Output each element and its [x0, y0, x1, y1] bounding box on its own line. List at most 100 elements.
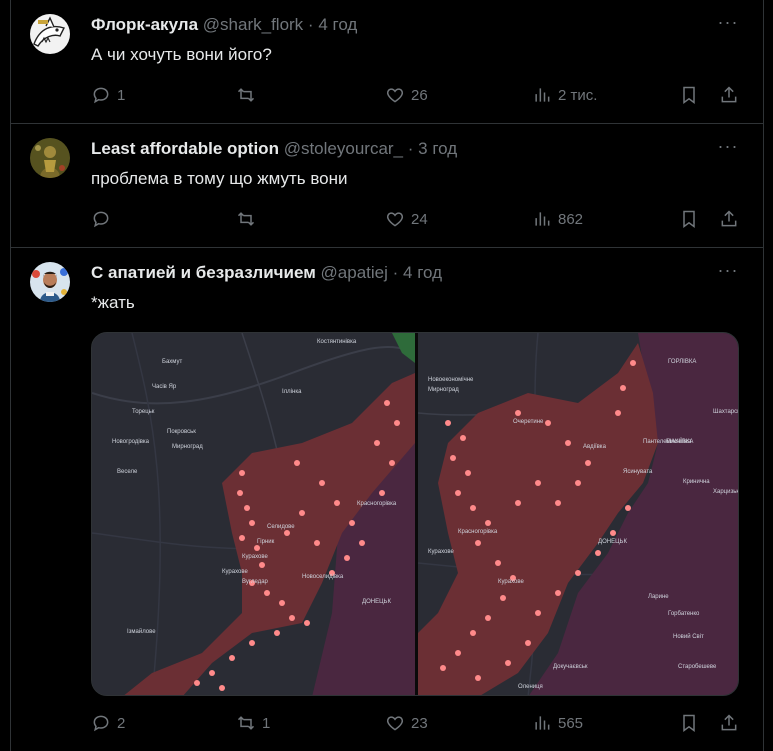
map-right-city-label: Новоекономічне [428, 377, 474, 383]
bookmark-button[interactable] [679, 712, 699, 734]
reply-button[interactable]: 2 [91, 712, 125, 734]
tweet-2[interactable]: Least affordable option @stoleyourcar_ ·… [11, 124, 763, 248]
map-right-city-label: Курахове [428, 549, 454, 555]
map-right-city-label: Ясинувата [623, 469, 653, 475]
map-left-city-label: Вугледар [242, 579, 269, 585]
separator-dot: · [392, 263, 399, 282]
user-handle[interactable]: @apatiej [321, 263, 388, 282]
user-handle[interactable]: @stoleyourcar_ [284, 139, 403, 158]
map-left-city-label: Бахмут [162, 359, 182, 365]
map-left-city-label: Новогродівка [112, 439, 150, 445]
tweet-text: проблема в тому що жмуть вони [91, 169, 348, 188]
separator-dot: · [407, 139, 414, 158]
like-button[interactable]: 23 [385, 712, 428, 734]
timestamp[interactable]: 3 год [418, 139, 457, 158]
map-left-city-label: Іллінка [282, 389, 302, 395]
tweet-3[interactable]: С апатией и безразличием @apatiej · 4 го… [11, 248, 763, 751]
share-button[interactable] [719, 84, 739, 106]
action-bar: 2 1 23 565 [91, 712, 751, 734]
timestamp[interactable]: 4 год [318, 15, 357, 34]
bookmark-icon [683, 86, 695, 104]
reply-count: 1 [117, 86, 126, 104]
front-map-left[interactable]: Бахмут Часів Яр Торецьк Покровськ Мирноград К… [92, 333, 415, 696]
avatar[interactable] [30, 138, 70, 178]
front-map-right[interactable]: ГОРЛІВКАМАКІЇВКАДОНЕЦЬКНовоекономічнеМир… [418, 333, 739, 696]
views-icon [535, 88, 550, 102]
display-name[interactable]: С апатией и безразличием [91, 263, 316, 282]
map-right-city-label: ГОРЛІВКА [668, 359, 696, 365]
like-icon [386, 88, 404, 103]
display-name[interactable]: Флорк-акула [91, 15, 198, 34]
comment-icon [93, 211, 109, 228]
views-icon [535, 212, 550, 226]
map-right-city-label: Докучаєвськ [553, 664, 588, 670]
map-right-city-label: Пантелеймонівка [643, 438, 692, 445]
map-right-city-label: Кураховe [498, 579, 525, 585]
map-left-city-label: Гірник [257, 539, 275, 545]
user-handle[interactable]: @shark_flork [203, 15, 303, 34]
map-left-city-label: Покровськ [167, 429, 196, 435]
display-name[interactable]: Least affordable option [91, 139, 279, 158]
map-right-city-label: Ларине [648, 594, 669, 600]
bookmark-icon [683, 210, 695, 228]
retweet-button[interactable] [236, 208, 262, 230]
map-right-city-label: Новий Світ [673, 633, 704, 640]
like-icon [386, 212, 404, 227]
tweet-text: А чи хочуть вони його? [91, 45, 272, 64]
map-right-city-label: Красногорівка [458, 529, 498, 535]
map-left-city-label: Кураховe [222, 569, 249, 575]
reply-button[interactable]: 1 [91, 84, 125, 106]
map-right-city-label: Олениця [518, 684, 543, 690]
views-icon [535, 716, 550, 730]
reply-button[interactable] [91, 208, 117, 230]
like-count: 24 [411, 210, 428, 228]
views-button[interactable]: 565 [532, 712, 583, 734]
shark-avatar-image [30, 14, 70, 54]
views-button[interactable]: 2 тис. [532, 84, 597, 106]
more-icon[interactable]: ··· [717, 137, 739, 160]
map-left-city-label: Курахове [242, 554, 268, 560]
comment-icon [93, 715, 109, 732]
like-count: 23 [411, 714, 428, 732]
map-left-city-label: Ізмайлове [127, 628, 156, 635]
share-icon [721, 210, 737, 227]
avatar[interactable] [30, 14, 70, 54]
map-left-city-label: Торецьк [132, 409, 155, 415]
like-button[interactable]: 26 [385, 84, 428, 106]
share-button[interactable] [719, 712, 739, 734]
retweet-count: 1 [262, 714, 271, 732]
map-left-city-label: Костянтинівка [317, 339, 357, 345]
more-icon[interactable]: ··· [717, 13, 739, 36]
tweet-header: Least affordable option @stoleyourcar_ ·… [91, 138, 457, 160]
map-right-city-label: Старобешеве [678, 664, 717, 670]
map-left-city-label: Часів Яр [152, 384, 177, 390]
map-right-city-label: Горбатенко [668, 611, 700, 617]
bearded-man-avatar-image [30, 262, 70, 302]
view-count: 2 тис. [558, 86, 598, 104]
map-left-city-label: ДОНЕЦЬК [362, 599, 391, 605]
map-left-city-label: Мирноград [172, 444, 203, 450]
retweet-button[interactable] [236, 84, 262, 106]
map-left-city-label: Новоселидівка [302, 574, 344, 580]
like-count: 26 [411, 86, 428, 104]
map-left-city-label: Красногорівка [357, 501, 397, 507]
retweet-button[interactable]: 1 [236, 712, 270, 734]
views-button[interactable]: 862 [532, 208, 583, 230]
tweet-media-maps[interactable]: Бахмут Часів Яр Торецьк Покровськ Мирноград К… [91, 332, 739, 696]
more-icon[interactable]: ··· [717, 261, 739, 284]
comment-icon [93, 87, 109, 104]
share-button[interactable] [719, 208, 739, 230]
tweet-1[interactable]: Флорк-акула @shark_flork · 4 год ··· А ч… [11, 0, 763, 124]
bookmark-button[interactable] [679, 84, 699, 106]
like-button[interactable]: 24 [385, 208, 428, 230]
retweet-icon [237, 716, 255, 730]
tweet-header: С апатией и безразличием @apatiej · 4 го… [91, 262, 442, 284]
retweet-icon [237, 212, 255, 226]
map-right-city-label: Шахтарськ [713, 409, 739, 415]
map-right-city-label: Харцизьк [713, 489, 739, 495]
avatar[interactable] [30, 262, 70, 302]
bookmark-button[interactable] [679, 208, 699, 230]
map-right-city-label: ДОНЕЦЬК [598, 539, 627, 545]
timestamp[interactable]: 4 год [403, 263, 442, 282]
tweet-text: *жать [91, 293, 135, 312]
